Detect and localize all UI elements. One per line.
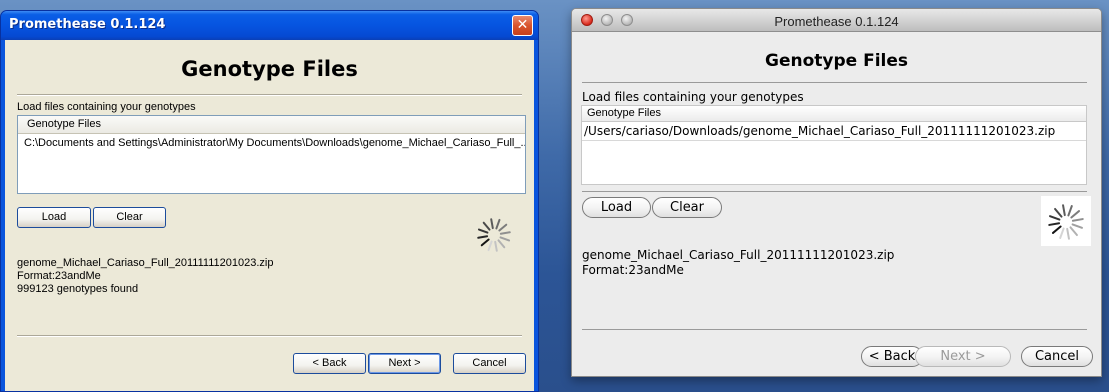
- spinner-icon: [474, 214, 514, 254]
- genotype-files-table[interactable]: Genotype Files C:\Documents and Settings…: [17, 115, 526, 194]
- next-button[interactable]: Next >: [915, 346, 1011, 367]
- spinner-tick: [487, 240, 493, 252]
- load-button[interactable]: Load: [17, 207, 91, 228]
- spinner-tick: [1058, 227, 1065, 240]
- spinner-tick: [1071, 217, 1084, 222]
- spinner-tick: [494, 240, 498, 252]
- spinner-tick: [1069, 225, 1079, 237]
- format-text: Format:23andMe: [17, 270, 101, 282]
- genotype-files-table[interactable]: Genotype Files /Users/cariaso/Downloads/…: [581, 105, 1087, 185]
- spinner-tick: [1069, 209, 1081, 219]
- divider: [582, 82, 1087, 83]
- page-title: Genotype Files: [764, 51, 908, 71]
- cancel-button[interactable]: Cancel: [453, 353, 526, 374]
- divider: [582, 329, 1087, 330]
- page-title: Genotype Files: [181, 57, 358, 81]
- xp-window-title: Promethease 0.1.124: [9, 17, 166, 32]
- load-button[interactable]: Load: [582, 197, 651, 218]
- cancel-button[interactable]: Cancel: [1021, 346, 1093, 367]
- format-text: Format:23andMe: [582, 263, 684, 277]
- xp-promethease-window: Promethease 0.1.124 ✕ Genotype Files Loa…: [0, 10, 539, 392]
- back-button[interactable]: < Back: [293, 353, 366, 374]
- clear-button[interactable]: Clear: [652, 197, 722, 218]
- file-name-text: genome_Michael_Cariaso_Full_201111112010…: [17, 257, 274, 269]
- close-icon[interactable]: ✕: [512, 15, 533, 36]
- column-header[interactable]: Genotype Files: [582, 106, 1086, 122]
- instructions-label: Load files containing your genotypes: [582, 90, 804, 104]
- spinner-icon: [1046, 201, 1086, 241]
- file-name-text: genome_Michael_Cariaso_Full_201111112010…: [582, 248, 895, 262]
- divider: [17, 94, 522, 96]
- mac-promethease-window: Promethease 0.1.124 Genotype Files Load …: [571, 8, 1102, 377]
- divider: [17, 335, 522, 337]
- mac-window-title: Promethease 0.1.124: [774, 14, 899, 29]
- clear-button[interactable]: Clear: [93, 207, 166, 228]
- back-button[interactable]: < Back: [861, 346, 923, 367]
- table-row[interactable]: /Users/cariaso/Downloads/genome_Michael_…: [582, 122, 1086, 141]
- instructions-label: Load files containing your genotypes: [17, 101, 196, 113]
- spinner-tick: [497, 223, 508, 232]
- divider: [582, 191, 1087, 192]
- column-header[interactable]: Genotype Files: [18, 116, 525, 134]
- next-button[interactable]: Next >: [368, 353, 441, 374]
- genotype-count-text: 999123 genotypes found: [17, 283, 139, 295]
- xp-client-area: Genotype Files Load files containing you…: [5, 40, 534, 391]
- spinner-tick: [490, 218, 494, 230]
- spinner-panel: [1041, 196, 1091, 246]
- spinner-tick: [497, 238, 506, 249]
- xp-titlebar[interactable]: Promethease 0.1.124 ✕: [1, 11, 538, 40]
- table-row[interactable]: C:\Documents and Settings\Administrator\…: [18, 134, 525, 152]
- spinner-tick: [1061, 204, 1066, 217]
- spinner-tick: [1066, 227, 1071, 240]
- mac-titlebar[interactable]: Promethease 0.1.124: [572, 9, 1101, 32]
- spinner-tick: [499, 231, 511, 235]
